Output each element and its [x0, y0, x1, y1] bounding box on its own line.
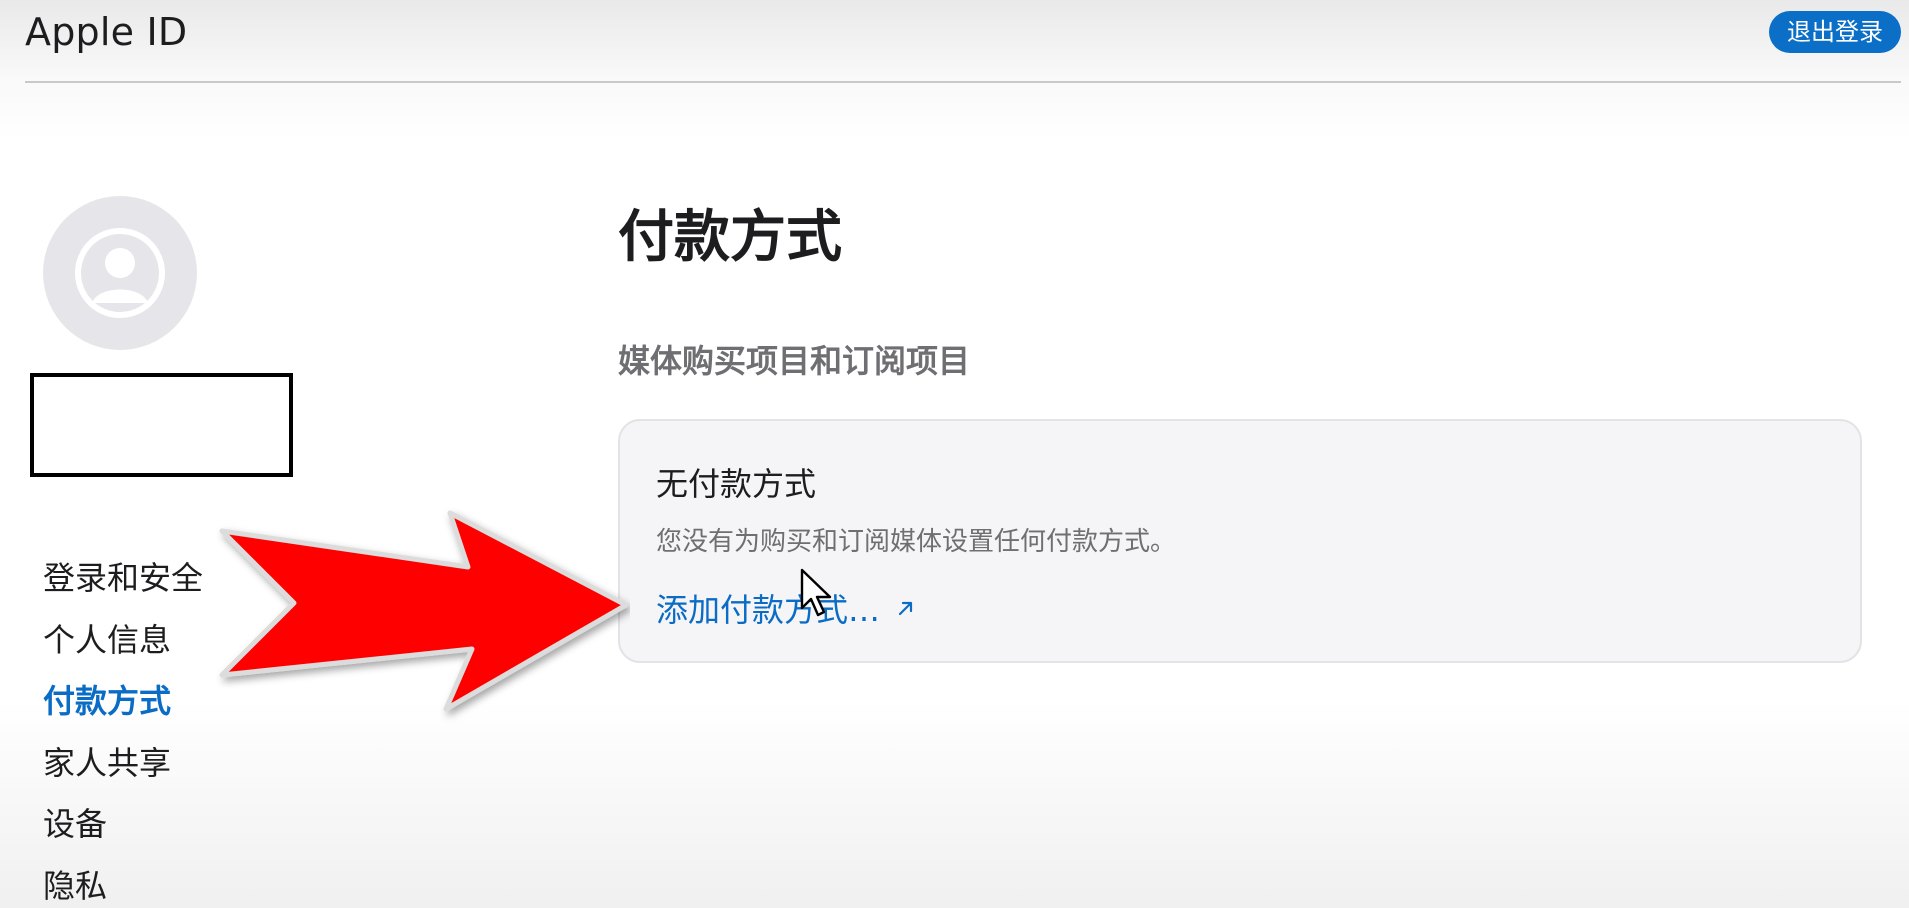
add-payment-method-link[interactable]: 添加付款方式… [656, 585, 916, 631]
page-title: 付款方式 [618, 205, 842, 270]
sidebar-item-privacy[interactable]: 隐私 [43, 856, 263, 908]
card-title: 无付款方式 [656, 465, 817, 503]
add-payment-link-label: 添加付款方式… [656, 591, 881, 629]
top-bar: Apple ID 退出登录 [0, 0, 1909, 82]
red-pointer-arrow-icon [219, 510, 629, 712]
sidebar-item-family-sharing[interactable]: 家人共享 [43, 733, 263, 795]
section-heading: 媒体购买项目和订阅项目 [618, 342, 971, 380]
avatar [43, 196, 197, 350]
mouse-cursor-icon [800, 568, 832, 617]
person-circle-icon [75, 228, 165, 318]
sidebar-item-devices[interactable]: 设备 [43, 794, 263, 856]
page: Apple ID 退出登录 登录和安全 个人信息 付款方式 家人共享 设备 隐私… [0, 0, 1909, 908]
external-link-arrow-icon [896, 598, 916, 618]
header-divider [25, 81, 1901, 83]
payment-method-card: 无付款方式 您没有为购买和订阅媒体设置任何付款方式。 添加付款方式… [618, 419, 1862, 663]
redacted-name-box [30, 373, 293, 477]
sign-out-button[interactable]: 退出登录 [1769, 11, 1901, 53]
card-description: 您没有为购买和订阅媒体设置任何付款方式。 [656, 527, 1177, 557]
page-brand-title: Apple ID [25, 10, 188, 54]
